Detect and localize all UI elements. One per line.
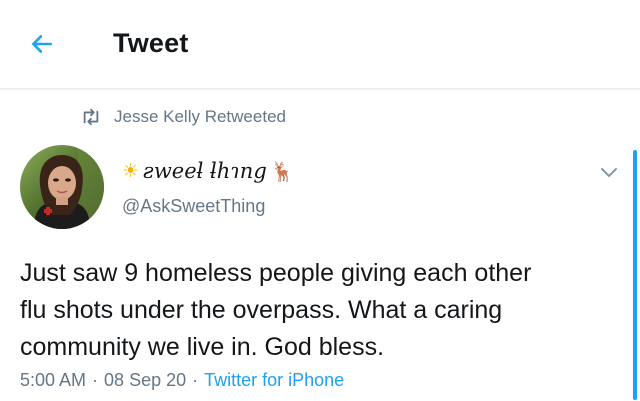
tweet-time: 5:00 AM	[20, 370, 87, 390]
meta-separator: ·	[192, 370, 199, 390]
tweet-source-link[interactable]: Twitter for iPhone	[204, 370, 344, 390]
retweet-icon	[80, 107, 102, 127]
retweet-context-label: Jesse Kelly Retweeted	[114, 107, 286, 126]
meta-separator: ·	[92, 370, 99, 390]
tweet-text: Just saw 9 homeless people giving each o…	[20, 255, 620, 366]
display-name-text: ƨweeƚ ƚhɿng	[143, 159, 267, 183]
avatar[interactable]	[20, 145, 104, 229]
sun-emoji: ☀	[122, 160, 140, 182]
author-username[interactable]: @AskSweetThing	[122, 196, 265, 217]
page-title: Tweet	[113, 28, 189, 58]
scrollbar[interactable]	[633, 150, 637, 400]
back-button[interactable]	[22, 28, 62, 60]
retweet-context[interactable]: Jesse Kelly Retweeted	[80, 105, 286, 129]
author-display-name[interactable]: ☀ ƨweeƚ ƚhɿng 🦌	[122, 156, 294, 186]
tweet-text-line: flu shots under the overpass. What a car…	[20, 296, 503, 324]
tweet-text-line: community we live in. God bless.	[20, 333, 385, 361]
chevron-down-icon	[601, 168, 617, 177]
tweet-text-line: Just saw 9 homeless people giving each o…	[20, 259, 532, 287]
tweet-detail-screen: Tweet Jesse Kelly Retweeted ☀ ƨweeƚ ƚhɿn…	[0, 0, 640, 401]
tweet-options-button[interactable]	[597, 160, 621, 184]
arrow-left-icon	[32, 35, 52, 53]
tweet-date: 08 Sep 20	[104, 370, 187, 390]
deer-emoji: 🦌	[270, 160, 295, 183]
top-app-bar: Tweet	[0, 0, 640, 89]
tweet-meta: 5:00 AM · 08 Sep 20 · Twitter for iPhone	[20, 370, 344, 391]
